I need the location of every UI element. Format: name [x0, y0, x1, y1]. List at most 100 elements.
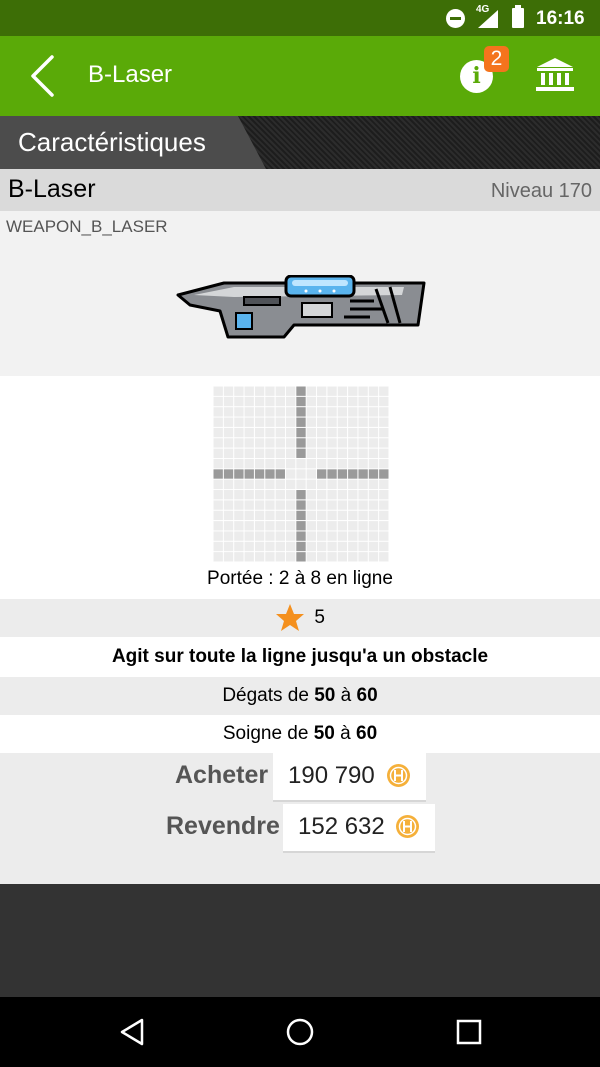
range-cell [317, 386, 327, 396]
range-cell [358, 417, 368, 427]
range-cell [285, 458, 296, 469]
range-cell [275, 458, 285, 469]
range-cell [306, 448, 317, 458]
range-cell [337, 521, 348, 531]
range-cell [306, 407, 317, 417]
range-cell [368, 438, 379, 448]
range-cell [213, 458, 223, 469]
range-cell [234, 386, 244, 396]
range-cell [306, 469, 317, 479]
range-cell [379, 407, 389, 417]
range-cell [348, 427, 358, 438]
range-cell [234, 438, 244, 448]
range-cell [223, 438, 234, 448]
range-cell [306, 396, 317, 407]
range-cell [337, 407, 348, 417]
range-cell [306, 479, 317, 490]
range-cell [285, 479, 296, 490]
range-cell [358, 479, 368, 490]
battery-icon [512, 5, 524, 28]
range-cell [213, 438, 223, 448]
range-cell [254, 438, 265, 448]
back-arrow-icon[interactable] [22, 54, 66, 98]
heal-sep: à [340, 723, 351, 744]
buy-amount: 190 790 [288, 762, 375, 789]
range-cell-active [275, 469, 285, 479]
range-cell [254, 552, 265, 562]
range-cell [348, 448, 358, 458]
heal-label: Soigne de [222, 723, 309, 744]
range-cell [327, 407, 337, 417]
range-cell [368, 386, 379, 396]
range-cell [234, 458, 244, 469]
range-cell [275, 417, 285, 427]
range-cell-active [254, 469, 265, 479]
range-cell [234, 479, 244, 490]
range-cell [306, 552, 317, 562]
range-cell [285, 448, 296, 458]
status-bar: 4G 16:16 [0, 0, 600, 36]
range-cell [337, 479, 348, 490]
back-triangle-icon[interactable] [118, 1017, 146, 1047]
range-cell [348, 500, 358, 510]
bank-icon[interactable] [535, 56, 575, 94]
home-circle-icon[interactable] [285, 1017, 315, 1047]
range-cell [337, 500, 348, 510]
range-cell [234, 541, 244, 552]
range-cell [358, 531, 368, 541]
sell-button[interactable]: 152 632 [283, 804, 435, 853]
range-cell [368, 490, 379, 500]
range-cell [327, 479, 337, 490]
range-cell [254, 510, 265, 521]
damage-min: 50 [314, 685, 336, 706]
range-cell-active [213, 469, 223, 479]
clock: 16:16 [536, 8, 585, 29]
range-cell-active [296, 438, 306, 448]
range-cell-active [223, 469, 234, 479]
range-cell-active [296, 386, 306, 396]
range-cell [337, 427, 348, 438]
range-cell [358, 458, 368, 469]
range-cell [306, 510, 317, 521]
range-cell [244, 500, 254, 510]
range-cell [254, 500, 265, 510]
range-cell [234, 448, 244, 458]
recents-square-icon[interactable] [455, 1017, 483, 1047]
range-cell [379, 386, 389, 396]
range-cell [285, 469, 296, 479]
range-cell [337, 396, 348, 407]
range-cell [213, 407, 223, 417]
range-cell [234, 521, 244, 531]
range-cell [223, 541, 234, 552]
range-cell [213, 448, 223, 458]
range-cell [234, 427, 244, 438]
range-cell [317, 531, 327, 541]
range-cell [368, 531, 379, 541]
range-cell [358, 510, 368, 521]
range-cell [265, 417, 275, 427]
range-cell [358, 552, 368, 562]
range-cell [358, 490, 368, 500]
damage-label: Dégats de [222, 685, 309, 706]
range-cell [358, 448, 368, 458]
heal-row: Soigne de 50 à 60 [0, 715, 600, 753]
range-cell [348, 396, 358, 407]
range-cell [379, 427, 389, 438]
laser-weapon-image [176, 275, 426, 339]
range-cell [379, 552, 389, 562]
range-cell [358, 500, 368, 510]
range-cell [223, 531, 234, 541]
range-cell [275, 448, 285, 458]
range-cell-active [317, 469, 327, 479]
range-cell [379, 438, 389, 448]
name-bar: B-Laser Niveau 170 [0, 169, 600, 211]
range-cell [306, 521, 317, 531]
range-cell-active [265, 469, 275, 479]
range-cell [368, 407, 379, 417]
range-cell [213, 521, 223, 531]
buy-button[interactable]: 190 790 [273, 753, 426, 802]
range-cell [358, 386, 368, 396]
range-cell [254, 490, 265, 500]
range-cell [244, 479, 254, 490]
range-cell [213, 427, 223, 438]
